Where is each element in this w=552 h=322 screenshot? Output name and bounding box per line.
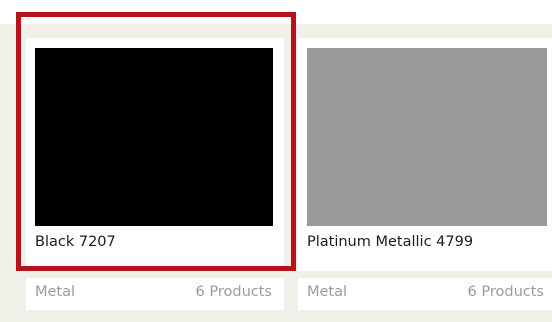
- product-category: Metal: [307, 284, 348, 300]
- product-name[interactable]: Platinum Metallic 4799: [307, 234, 473, 250]
- product-category: Metal: [35, 284, 76, 300]
- product-name[interactable]: Black 7207: [35, 234, 116, 250]
- product-count: 6 Products: [195, 284, 272, 300]
- product-meta: Metal 6 Products: [307, 284, 544, 300]
- product-grid-page: Black 7207 Metal 6 Products Platinum Met…: [0, 0, 552, 322]
- color-swatch-black[interactable]: [35, 48, 273, 226]
- product-card-platinum-metallic-4799[interactable]: Platinum Metallic 4799 Metal 6 Products: [298, 38, 552, 310]
- card-divider: [26, 271, 284, 278]
- color-swatch-platinum[interactable]: [307, 48, 547, 226]
- product-count: 6 Products: [467, 284, 544, 300]
- product-meta: Metal 6 Products: [35, 284, 272, 300]
- product-card-black-7207[interactable]: Black 7207 Metal 6 Products: [26, 38, 284, 310]
- card-divider: [298, 271, 552, 278]
